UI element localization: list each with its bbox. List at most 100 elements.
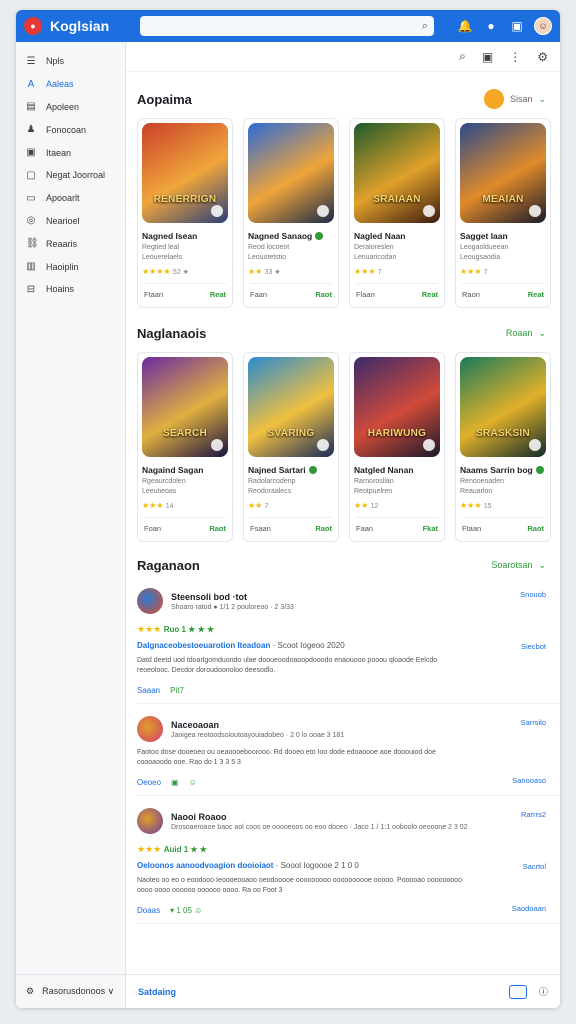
search-input[interactable]: ⌕ [140,16,434,36]
review-author-name[interactable]: Naceoaoan [171,720,344,730]
card-footer: Fsaan Raot [250,517,332,533]
sidebar-item[interactable]: ⛓ Reaaris [16,232,125,255]
review-action[interactable]: Pit7 [170,686,184,695]
card-footer-right[interactable]: Raot [315,290,332,299]
bell-icon[interactable]: 🔔 [456,17,474,35]
sidebar-item[interactable]: ▢ Negat Joorroal [16,164,125,187]
game-card[interactable]: MEAIAN Sagget laan Leogaoldueean Leougsaodi… [455,118,551,308]
platform-badge-icon [529,439,541,451]
review-meta: Drosoaeroaoe baoc aol coos oe ooooeoos o… [171,823,468,831]
info-icon[interactable]: ⓘ [539,985,548,998]
review-footer-link[interactable]: Saodoaan [512,904,546,913]
sidebar-item[interactable]: ▥ Haoiplin [16,255,125,278]
review-footer-link[interactable]: Sanooaso [512,776,546,785]
review-action[interactable]: ☺ [189,778,197,787]
settings-icon[interactable]: ⚙ [537,50,548,64]
card-footer-right[interactable]: Reat [528,290,544,299]
more-icon[interactable]: ⋮ [509,50,521,64]
game-thumbnail[interactable]: HARIWUNG [354,357,440,457]
card-footer-right[interactable]: Reat [422,290,438,299]
game-thumbnail[interactable]: RENERRIGN [142,123,228,223]
card-footer-left[interactable]: Fsaan [250,524,271,533]
review-score: Ruo 1 ★ ★ ★ [163,625,215,634]
search-icon[interactable]: ⌕ [422,20,428,33]
sidebar-item-label: Aaleas [46,79,74,90]
star-rating: ★★ 7 [248,501,334,510]
game-thumbnail[interactable]: SEARCH [142,357,228,457]
review-action[interactable]: Doaas [137,906,160,915]
sidebar-item[interactable]: A Aaleas [16,73,125,96]
sidebar-item[interactable]: ♟ Fonocoan [16,118,125,141]
bottom-status[interactable]: Satdaing [138,987,176,997]
avatar[interactable] [137,716,163,742]
sidebar-footer[interactable]: ⚙ Rasorusdonoos ∨ [16,974,126,1008]
card-footer-right[interactable]: Fkat [423,524,438,533]
card-footer-left[interactable]: Ftaan [462,524,481,533]
sidebar-item[interactable]: ▣ Itaean [16,141,125,164]
review-score: Auid 1 ★ ★ [163,845,207,854]
game-thumbnail[interactable]: SVARING [248,357,334,457]
review-link[interactable]: Sarrsilo [521,718,546,727]
platform-badge-icon [529,205,541,217]
review-author-name[interactable]: Steensoli bod ·tot [171,592,294,602]
card-footer-left[interactable]: Faan [356,524,373,533]
card-footer-right[interactable]: Reat [210,290,226,299]
game-card[interactable]: HARIWUNG Natgled Nanan Rarnorosllan Reotpue… [349,352,445,542]
sidebar-item[interactable]: ☰ Npls [16,50,125,73]
card-footer-right[interactable]: Raot [527,524,544,533]
game-card[interactable]: Nagned Sanaog Reod locoeot Leouotetstio ★★ … [243,118,339,308]
avatar[interactable]: ☺ [534,17,552,35]
card-footer-right[interactable]: Raot [315,524,332,533]
card-footer-left[interactable]: Flaan [356,290,375,299]
game-title-text: Nagned Isean [142,231,198,241]
review-author-name[interactable]: Naooi Roaoo [171,812,468,822]
sidebar-item[interactable]: ▭ Apooarlt [16,187,125,210]
game-card[interactable]: SVARING Najned Sartari Radolarcodenp Reodor… [243,352,339,542]
sidebar-item-label: Negat Joorroal [46,170,106,181]
top-bar: ● Koglsian ⌕ 🔔 ● ▣ ☺ [16,10,560,42]
sidebar-item[interactable]: ◎ Nearioel [16,210,125,233]
section-filter[interactable]: Sisan ⌄ [483,89,546,109]
card-footer-left[interactable]: Ftaan [144,290,163,299]
review-action[interactable]: ▾ 1 05 ☺ [170,906,202,915]
review-action[interactable]: ▣ [171,778,179,787]
game-card[interactable]: RENERRIGN Nagned Isean Regtied leal Leouere… [137,118,233,308]
review-link[interactable]: Rarrrs2 [521,810,546,819]
sidebar-item-label: Apooarlt [46,193,80,204]
section-link[interactable]: Roaan ⌄ [506,328,546,339]
review-link[interactable]: Snouob [520,590,546,599]
game-genre: Reotpuelren [354,488,393,495]
review-action-link[interactable]: Siecbot [521,642,546,651]
section-link[interactable]: Soarotsan ⌄ [491,560,546,571]
sidebar-item-icon: ⛓ [26,238,39,250]
game-thumbnail[interactable] [248,123,334,223]
sidebar-item-label: Hoains [46,284,75,295]
avatar[interactable] [137,588,163,614]
game-title: Nagled Naan [354,231,440,241]
platform-badge-icon [211,205,223,217]
chat-icon[interactable]: ▣ [508,17,526,35]
platform-badge-icon [423,439,435,451]
game-card[interactable]: SRAIAAN Nagled Naan Deraloreslen Lenuaricod… [349,118,445,308]
game-thumbnail[interactable]: MEAIAN [460,123,546,223]
toggle-button[interactable] [508,984,527,999]
search-icon[interactable]: ⌕ [459,49,466,64]
sidebar-item[interactable]: ⊟ Hoains [16,278,125,301]
review-action[interactable]: Oeoeo [137,778,161,787]
avatar[interactable] [137,808,163,834]
calendar-icon[interactable]: ▣ [482,50,493,64]
review-action[interactable]: Saaan [137,686,160,695]
card-footer-left[interactable]: Faan [250,290,267,299]
game-card[interactable]: SRASKSIN Naams Sarrin bog Renooeoaden Reaua… [455,352,551,542]
game-card[interactable]: SEARCH Nagaind Sagan Rgeaurcdolen Leeutieoa… [137,352,233,542]
card-footer-left[interactable]: Raon [462,290,480,299]
user-icon[interactable]: ● [482,17,500,35]
sidebar-item[interactable]: ▤ Apoleen [16,96,125,119]
review-action-link[interactable]: Sacrtol [523,862,546,871]
game-thumbnail[interactable]: SRASKSIN [460,357,546,457]
card-footer-left[interactable]: Foan [144,524,161,533]
game-genre: Leeutieoas [142,488,177,495]
app-logo-icon[interactable]: ● [24,17,42,35]
card-footer-right[interactable]: Raot [209,524,226,533]
game-thumbnail[interactable]: SRAIAAN [354,123,440,223]
